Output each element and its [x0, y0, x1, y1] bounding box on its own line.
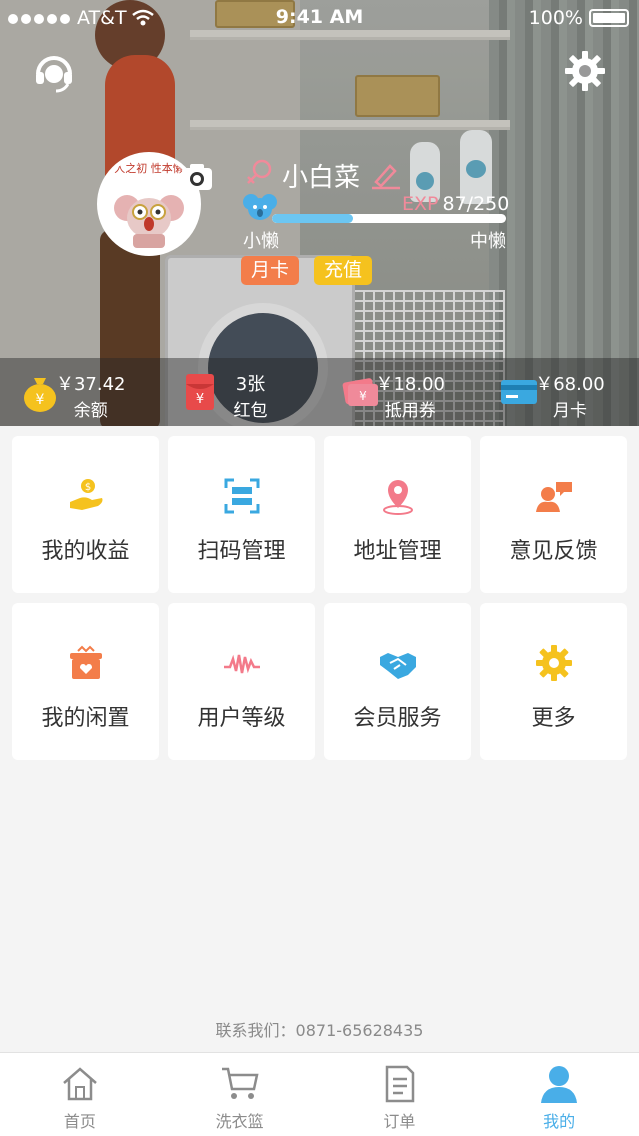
battery: 100%: [529, 7, 629, 29]
menu-scan-management[interactable]: 扫码管理: [168, 436, 315, 593]
monthly-card-tag[interactable]: 月卡: [241, 256, 300, 285]
tab-label: 首页: [63, 1112, 96, 1131]
battery-icon: [589, 9, 629, 27]
tab-mine[interactable]: 我的: [479, 1053, 639, 1136]
exp-row: EXP 87/250: [402, 193, 509, 215]
wave-icon: [223, 654, 260, 674]
recharge-tag[interactable]: 充值: [314, 256, 373, 285]
menu-address-management[interactable]: 地址管理: [324, 436, 471, 593]
gear-icon: [535, 645, 572, 681]
stat-value: ￥68.00: [535, 374, 605, 395]
user-icon: [541, 1066, 578, 1103]
stat-label: 红包: [233, 401, 268, 421]
stat-red-envelope[interactable]: ¥ 3张 红包: [160, 358, 320, 426]
stat-coupon[interactable]: ¥ ￥18.00 抵用券: [320, 358, 480, 426]
menu-my-earnings[interactable]: $ 我的收益: [12, 436, 159, 593]
menu-member-service[interactable]: 会员服务: [324, 603, 471, 760]
customer-service-icon[interactable]: [32, 50, 76, 94]
settings-icon[interactable]: [563, 49, 607, 93]
contact-info[interactable]: 联系我们：0871-65628435: [0, 1017, 639, 1041]
tab-laundry-basket[interactable]: 洗衣篮: [160, 1053, 320, 1136]
stat-label: 余额: [73, 401, 108, 421]
stat-value: 3张: [235, 374, 266, 395]
scan-icon: [224, 478, 259, 514]
svg-text:¥: ¥: [196, 392, 204, 407]
tab-orders[interactable]: 订单: [320, 1053, 480, 1136]
feedback-icon: [535, 482, 572, 512]
home-icon: [63, 1067, 97, 1101]
camera-icon[interactable]: [180, 160, 214, 194]
female-icon: [244, 158, 274, 188]
status-bar: AT&T 9:41 AM 100%: [0, 0, 639, 36]
tab-label: 我的: [543, 1112, 576, 1131]
order-icon: [386, 1065, 415, 1103]
tab-home[interactable]: 首页: [0, 1053, 160, 1136]
profile-name: 小白菜: [282, 163, 361, 193]
menu-user-level[interactable]: 用户等级: [168, 603, 315, 760]
level-next: 中懒: [470, 231, 506, 252]
stat-label: 月卡: [553, 401, 587, 421]
menu-label: 我的收益: [41, 539, 130, 564]
edit-icon[interactable]: [370, 160, 402, 190]
menu-my-idle-items[interactable]: 我的闲置: [12, 603, 159, 760]
stat-value: ￥18.00: [375, 374, 446, 395]
stat-label: 抵用券: [384, 401, 436, 421]
koala-level-icon: [243, 192, 277, 222]
tab-label: 订单: [383, 1112, 416, 1131]
menu-label: 地址管理: [353, 539, 442, 564]
menu-label: 会员服务: [353, 706, 442, 731]
menu-label: 我的闲置: [41, 706, 130, 731]
battery-label: 100%: [528, 7, 583, 29]
hand-coin-icon: $: [69, 479, 102, 510]
menu-label: 用户等级: [197, 706, 286, 731]
menu-label: 更多: [531, 706, 576, 731]
exp-label: EXP: [402, 193, 439, 215]
level-current: 小懒: [243, 231, 279, 252]
exp-progress-fill: [272, 214, 354, 223]
cart-icon: [221, 1067, 259, 1099]
avatar-slogan: 人之初 性本懒: [114, 162, 184, 175]
menu-grid: $ 我的收益 扫码管理 地址管理 意见反馈 我的闲置 用户等级 会员服务 更多: [12, 436, 627, 760]
svg-text:¥: ¥: [36, 392, 45, 408]
stat-balance[interactable]: ¥ ￥37.42 余额: [0, 358, 160, 426]
basket-heart-icon: [69, 645, 102, 679]
menu-more[interactable]: 更多: [480, 603, 627, 760]
location-pin-icon: [382, 480, 413, 515]
tab-bar: 首页 洗衣篮 订单 我的: [0, 1052, 639, 1136]
menu-label: 扫码管理: [197, 539, 286, 564]
exp-progress-bar: [272, 214, 506, 223]
menu-label: 意见反馈: [509, 539, 598, 564]
tab-label: 洗衣篮: [215, 1112, 264, 1131]
stat-monthly-card[interactable]: ￥68.00 月卡: [479, 358, 639, 426]
wallet-stats: ¥ ￥37.42 余额 ¥ 3张 红包 ¥ ￥18.00 抵用券 ￥68.00 …: [0, 358, 639, 426]
stat-value: ￥37.42: [55, 374, 126, 395]
menu-feedback[interactable]: 意见反馈: [480, 436, 627, 593]
exp-value: 87/250: [442, 193, 510, 215]
handshake-icon: [379, 653, 416, 679]
svg-text:$: $: [84, 482, 90, 493]
